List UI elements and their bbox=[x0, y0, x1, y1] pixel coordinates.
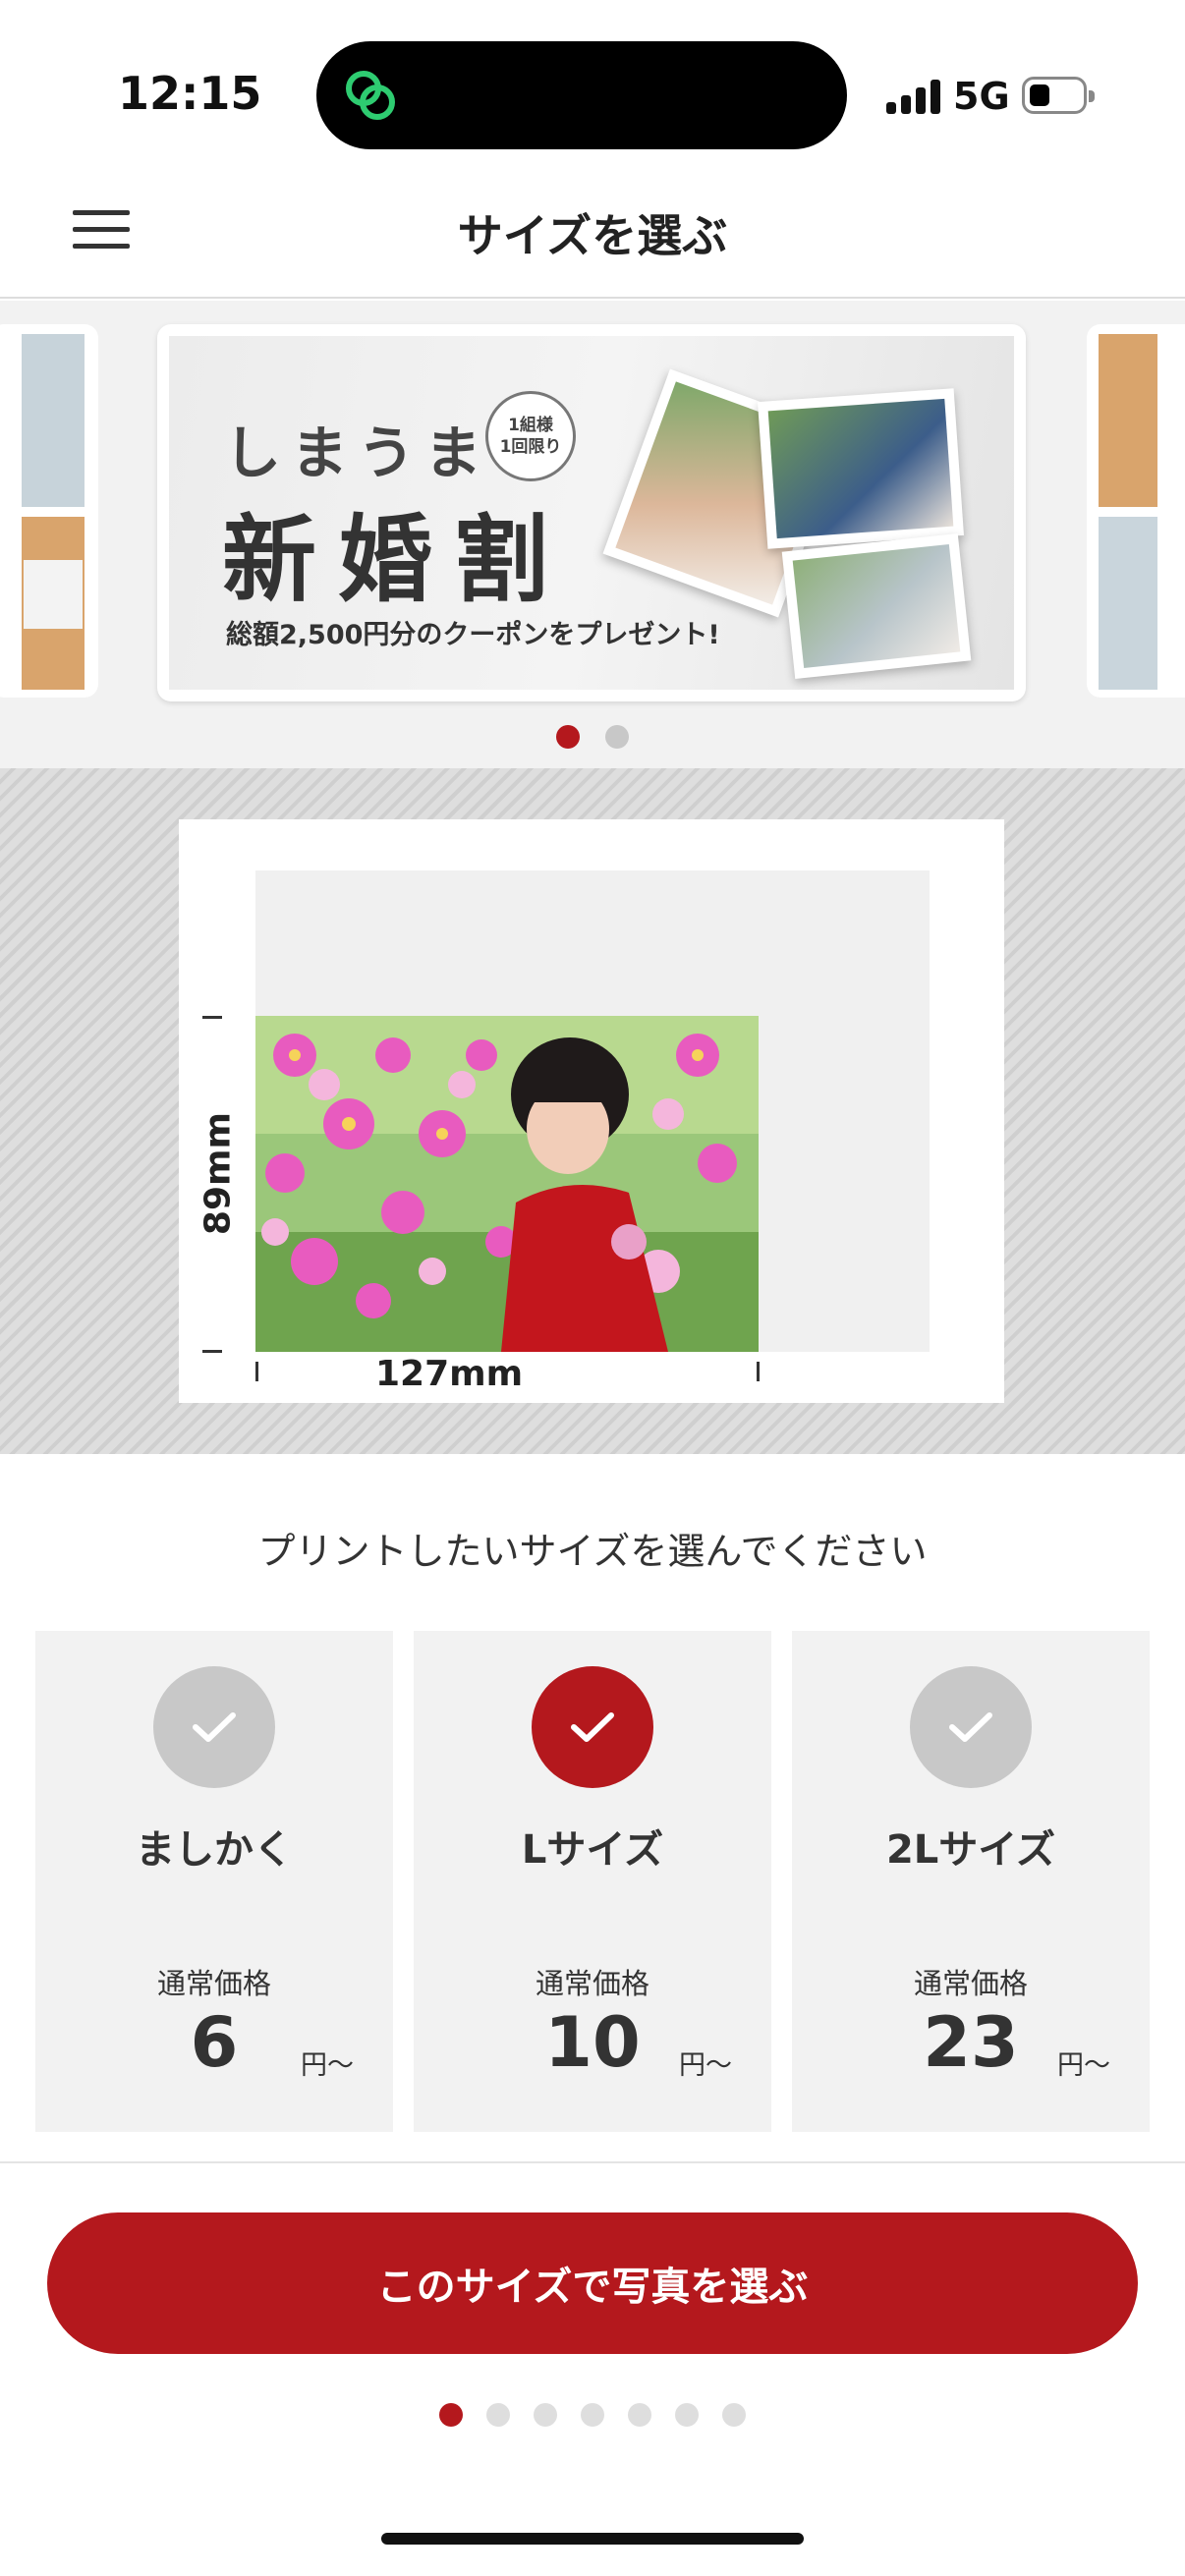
height-tick-top bbox=[202, 1016, 222, 1019]
page-title: サイズを選ぶ bbox=[457, 209, 728, 262]
height-tick-bottom bbox=[202, 1350, 222, 1353]
width-tick-left bbox=[255, 1362, 258, 1381]
step-dot bbox=[534, 2403, 557, 2427]
preview-paper: 127mm 89mm bbox=[179, 819, 1004, 1403]
size-option-l[interactable]: Lサイズ 通常価格 10 円〜 bbox=[414, 1631, 771, 2132]
battery-icon bbox=[1022, 77, 1095, 114]
banner-photo-2 bbox=[781, 532, 972, 680]
step-dot bbox=[675, 2403, 699, 2427]
width-dimension-label: 127mm bbox=[375, 1354, 524, 1394]
link-app-icon bbox=[346, 71, 395, 120]
divider bbox=[0, 2161, 1185, 2163]
promo-banner-image: しまうま 1組様 1回限り 新婚割 総額2,500円分のクーポンをプレゼント! bbox=[169, 336, 1014, 690]
step-pagination bbox=[0, 2403, 1185, 2427]
price-unit: 円〜 bbox=[301, 2050, 354, 2081]
network-label: 5G bbox=[953, 75, 1010, 118]
size-option-name: ましかく bbox=[136, 1827, 293, 1873]
prev-banner-card[interactable] bbox=[0, 324, 98, 698]
size-preview-area: 127mm 89mm bbox=[0, 768, 1185, 1454]
width-tick-right bbox=[757, 1362, 760, 1381]
size-prompt: プリントしたいサイズを選んでください bbox=[257, 1530, 928, 1573]
size-option-name: 2Lサイズ bbox=[885, 1827, 1056, 1873]
size-option-name: Lサイズ bbox=[521, 1827, 664, 1873]
banner-dot[interactable] bbox=[605, 725, 629, 749]
dynamic-island bbox=[316, 41, 847, 149]
next-banner-card[interactable] bbox=[1087, 324, 1185, 698]
status-bar: 12:15 5G bbox=[0, 0, 1185, 157]
step-dot bbox=[581, 2403, 604, 2427]
signal-icon bbox=[886, 79, 943, 114]
banner-carousel[interactable]: しまうま 1組様 1回限り 新婚割 総額2,500円分のクーポンをプレゼント! bbox=[0, 301, 1185, 768]
select-photos-button[interactable]: このサイズで写真を選ぶ bbox=[47, 2212, 1138, 2354]
app-header: サイズを選ぶ bbox=[0, 157, 1185, 299]
banner-dot[interactable] bbox=[556, 725, 580, 749]
price-label: 通常価格 bbox=[535, 1967, 649, 2000]
banner-headline: 新婚割 bbox=[222, 505, 570, 615]
banner-badge: 1組様 1回限り bbox=[485, 391, 576, 481]
preview-photo bbox=[255, 1016, 759, 1352]
check-icon bbox=[153, 1666, 275, 1788]
step-dot bbox=[486, 2403, 510, 2427]
price-label: 通常価格 bbox=[913, 1967, 1028, 2000]
banner-pagination bbox=[0, 725, 1185, 749]
size-options: ましかく 通常価格 6 円〜 Lサイズ 通常価格 10 円〜 2Lサイズ 通常価… bbox=[35, 1631, 1150, 2132]
size-option-square[interactable]: ましかく 通常価格 6 円〜 bbox=[35, 1631, 393, 2132]
banner-photo-1 bbox=[758, 388, 964, 549]
banner-brand-text: しまうま bbox=[224, 420, 492, 486]
height-dimension-label: 89mm bbox=[198, 1111, 239, 1236]
price-label: 通常価格 bbox=[156, 1967, 271, 2000]
size-option-2l[interactable]: 2Lサイズ 通常価格 23 円〜 bbox=[792, 1631, 1150, 2132]
promo-banner[interactable]: しまうま 1組様 1回限り 新婚割 総額2,500円分のクーポンをプレゼント! bbox=[157, 324, 1026, 701]
step-dot bbox=[722, 2403, 746, 2427]
status-time: 12:15 bbox=[118, 67, 262, 120]
step-dot bbox=[628, 2403, 651, 2427]
price-unit: 円〜 bbox=[679, 2050, 732, 2081]
banner-subtext: 総額2,500円分のクーポンをプレゼント! bbox=[226, 620, 720, 650]
step-dot bbox=[439, 2403, 463, 2427]
home-indicator[interactable] bbox=[381, 2533, 804, 2545]
check-icon bbox=[532, 1666, 653, 1788]
price-unit: 円〜 bbox=[1057, 2050, 1110, 2081]
check-icon bbox=[910, 1666, 1032, 1788]
